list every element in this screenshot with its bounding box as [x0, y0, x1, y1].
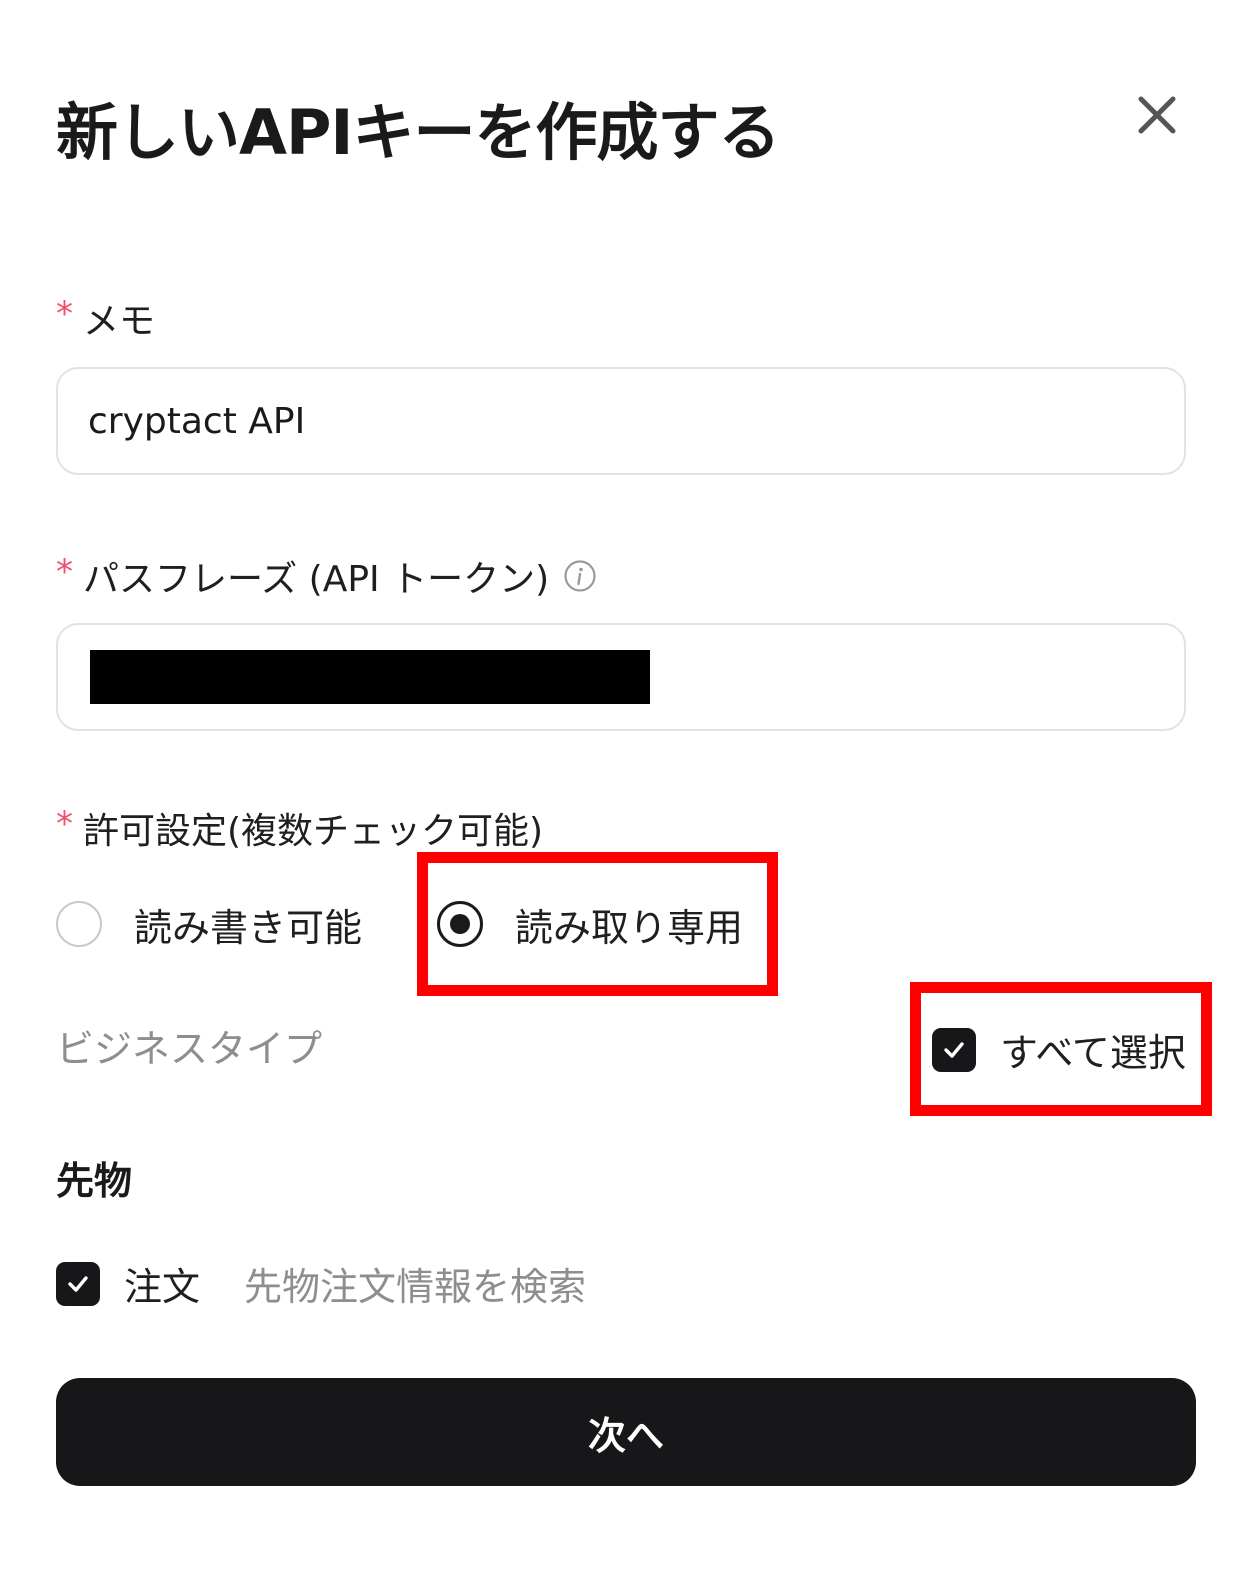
highlight-box-select-all — [910, 982, 1212, 1116]
dialog-title: 新しいAPIキーを作成する — [56, 96, 780, 169]
memo-label-text: メモ — [83, 301, 156, 342]
passphrase-label: * パスフレーズ (API トークン) — [56, 550, 597, 602]
permissions-label-text: 許可設定(複数チェック可能) — [83, 811, 544, 852]
radio-circle-icon[interactable] — [56, 901, 102, 947]
futures-order-name: 注文 — [124, 1265, 201, 1309]
futures-section-title: 先物 — [56, 1159, 133, 1203]
radio-read-write-label: 読み書き可能 — [134, 905, 363, 950]
highlight-box-read-only — [417, 852, 778, 996]
passphrase-input[interactable] — [56, 623, 1186, 731]
business-type-label: ビジネスタイプ — [56, 1027, 323, 1071]
permissions-label: * 許可設定(複数チェック可能) — [56, 802, 543, 854]
create-api-key-dialog: 新しいAPIキーを作成する * メモ cryptact API * パスフレーズ… — [0, 0, 1240, 1569]
next-button[interactable]: 次へ — [56, 1378, 1196, 1486]
info-icon[interactable] — [563, 559, 597, 593]
memo-input-value: cryptact API — [88, 400, 306, 442]
memo-input[interactable]: cryptact API — [56, 367, 1186, 475]
checkbox-checked-icon[interactable] — [56, 1261, 100, 1306]
futures-order-description: 先物注文情報を検索 — [244, 1265, 587, 1309]
required-mark: * — [56, 804, 73, 844]
redacted-passphrase — [90, 650, 650, 704]
futures-order-row: 注文 先物注文情報を検索 — [56, 1256, 586, 1311]
memo-label: * メモ — [56, 292, 155, 344]
required-mark: * — [56, 552, 73, 592]
required-mark: * — [56, 294, 73, 334]
passphrase-label-text: パスフレーズ (API トークン) — [83, 559, 550, 600]
close-icon[interactable] — [1134, 92, 1180, 138]
radio-read-write[interactable]: 読み書き可能 — [56, 896, 362, 952]
